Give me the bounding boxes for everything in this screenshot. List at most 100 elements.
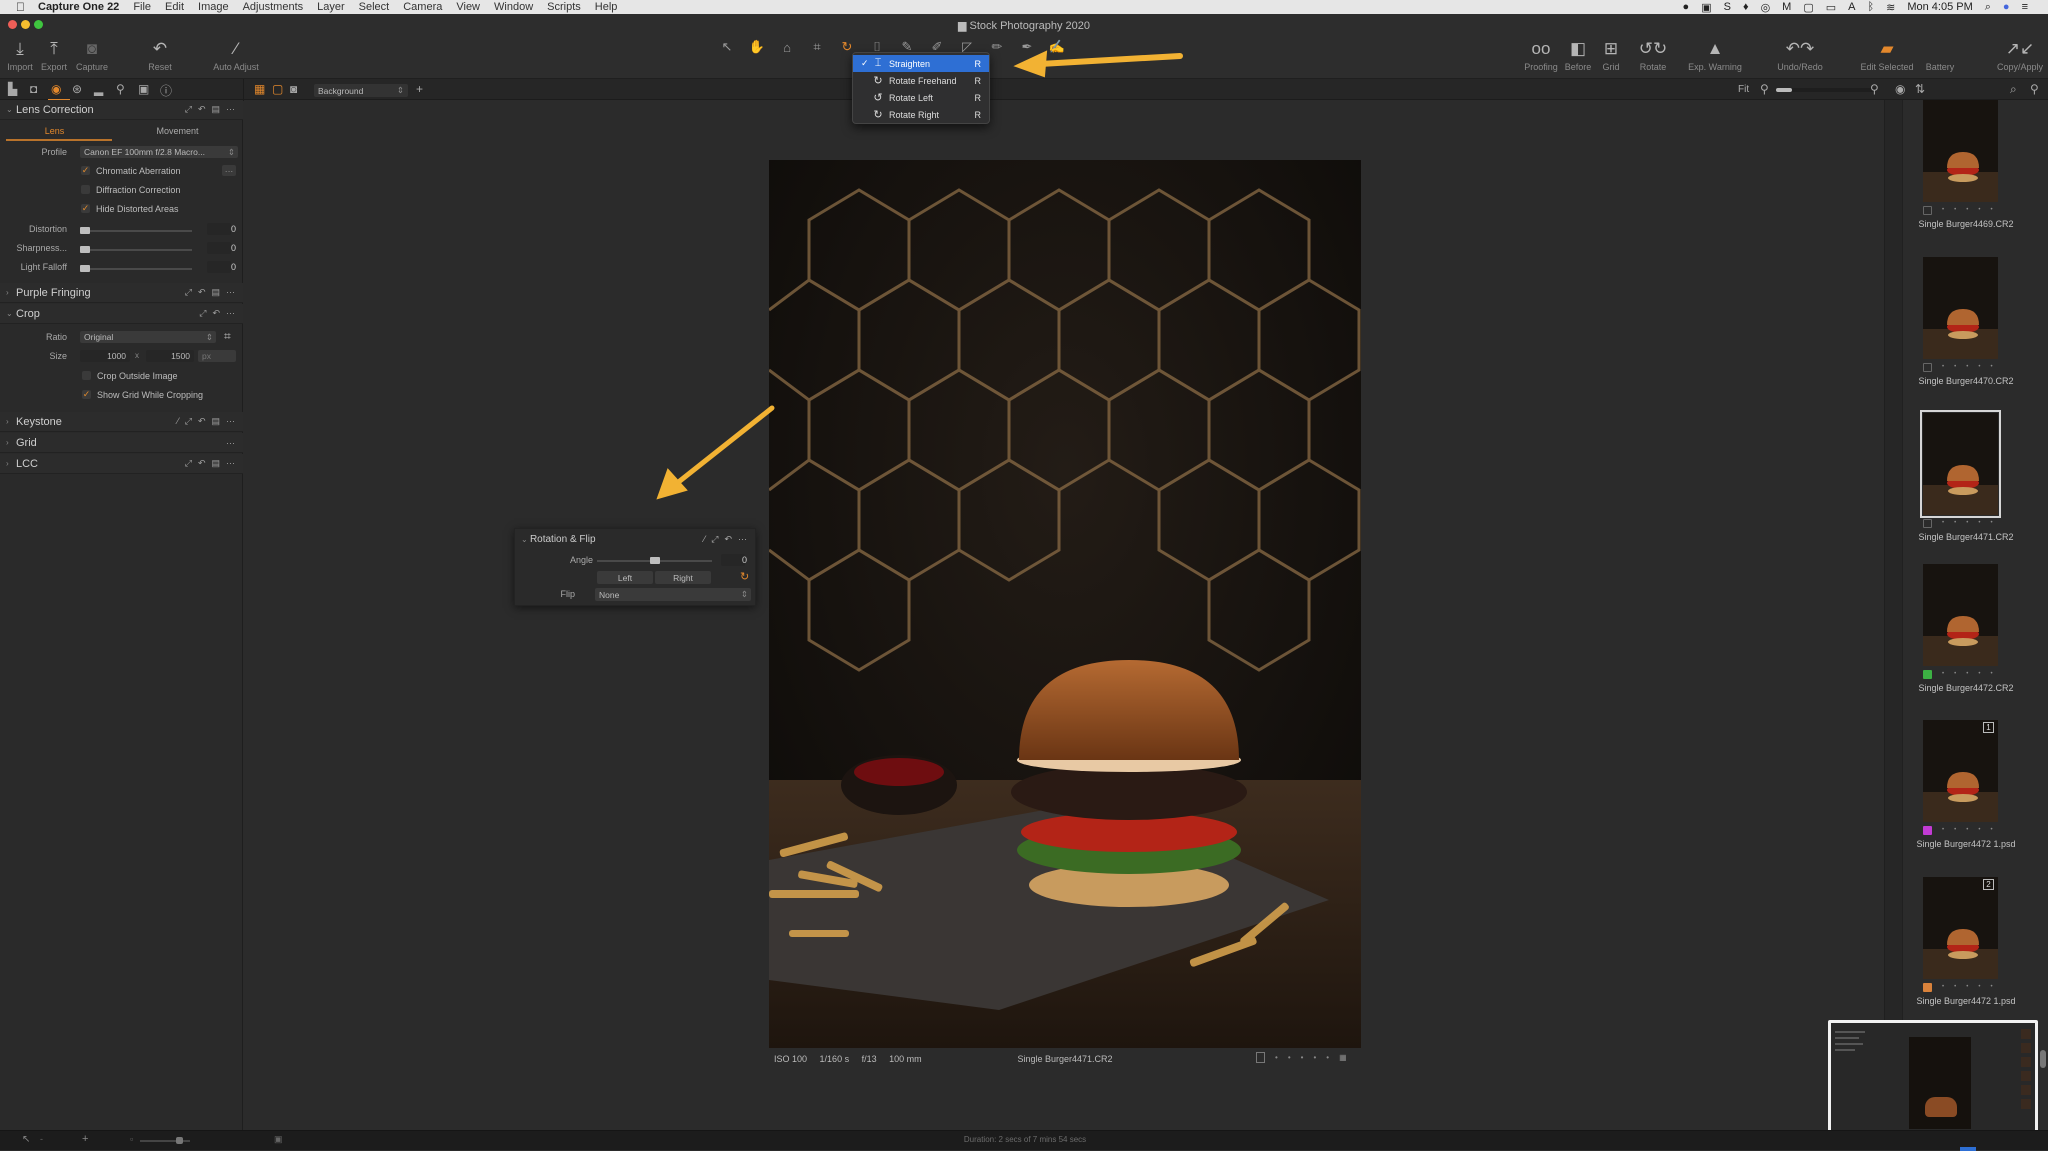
rating-star[interactable]: • [1966, 520, 1968, 526]
menu-image[interactable]: Image [198, 1, 229, 13]
siri-icon[interactable]: ● [2003, 1, 2010, 13]
crop-height-input[interactable]: 1500 [146, 350, 194, 362]
menu-view[interactable]: View [456, 1, 480, 13]
show-grid-checkbox[interactable]: ✓ [82, 390, 91, 399]
flip-select[interactable]: None ⇕ [595, 588, 751, 601]
auto-icon[interactable]: ⤢ [711, 534, 718, 545]
airplay-icon[interactable]: ▭ [1826, 1, 1836, 14]
rating-star[interactable]: • [1978, 520, 1980, 526]
rating-star[interactable]: • [1942, 207, 1944, 213]
menu-adjustments[interactable]: Adjustments [243, 1, 304, 13]
copy-apply-button[interactable]: ↗↙ Copy/Apply [1995, 38, 2045, 72]
light-falloff-slider[interactable] [80, 268, 192, 270]
menu-file[interactable]: File [133, 1, 151, 13]
loupe-tool-icon[interactable]: ⌂ [776, 40, 798, 55]
zoom-out-icon[interactable]: ⚲ [1760, 82, 1769, 96]
menu-camera[interactable]: Camera [403, 1, 442, 13]
cursor-icon[interactable]: ↖ [22, 1134, 30, 1145]
filmstrip-thumbnail[interactable] [1920, 410, 2001, 518]
color-tag[interactable] [1923, 205, 1932, 215]
rating-star[interactable]: • [1978, 671, 1980, 677]
rating-star[interactable]: • [1990, 827, 1992, 833]
rating-star[interactable]: • [1990, 671, 1992, 677]
fit-label[interactable]: Fit [1738, 84, 1749, 95]
more-icon[interactable]: ··· [226, 104, 235, 115]
hide-distorted-areas-checkbox[interactable]: ✓ [81, 204, 90, 213]
rating-star[interactable]: • [1942, 671, 1944, 677]
notification-center-icon[interactable]: ≡ [2022, 1, 2028, 13]
rotate-tool-icon[interactable]: ↻ [740, 570, 749, 583]
filmstrip-thumbnail[interactable] [1923, 564, 1998, 666]
crop-width-input[interactable]: 1000 [80, 350, 130, 362]
mail-icon[interactable]: M [1782, 1, 1791, 13]
color-tag-box[interactable] [1256, 1052, 1265, 1063]
auto-adjust-button[interactable]: ⁄ Auto Adjust [213, 38, 259, 72]
exposure-tab-icon[interactable]: ▂ [94, 82, 103, 96]
picker-tool-icon[interactable]: ✒ [1016, 39, 1038, 55]
menu-layer[interactable]: Layer [317, 1, 345, 13]
rating-star[interactable]: • [1954, 671, 1956, 677]
menu-item-rotate-left[interactable]: ↺ Rotate Left R [853, 89, 989, 106]
library-tab-icon[interactable]: ▙ [8, 82, 17, 96]
more-icon[interactable]: ··· [226, 416, 235, 427]
rating-star[interactable]: • [1954, 520, 1956, 526]
battery-button[interactable]: Battery [1920, 38, 1960, 72]
metadata-tab-icon[interactable]: ⓘ [160, 82, 172, 99]
rotation-flip-header[interactable]: ⌄ Rotation & Flip [521, 534, 596, 545]
proofing-button[interactable]: oo Proofing [1520, 38, 1562, 72]
crop-tool-icon[interactable]: ⌗ [806, 39, 828, 55]
reset-button[interactable]: ↶ Reset [140, 38, 180, 72]
auto-icon[interactable]: ⤢ [185, 287, 192, 298]
color-tag[interactable] [1923, 982, 1932, 992]
search-icon[interactable]: ⌕ [2010, 82, 2017, 97]
tab-movement[interactable]: Movement [130, 126, 225, 136]
details-tab-icon[interactable]: ⚲ [116, 82, 125, 96]
rating-star[interactable]: • [1978, 984, 1980, 990]
filmstrip-thumbnail[interactable] [1923, 100, 1998, 202]
edit-selected-button[interactable]: ▰ Edit Selected [1860, 38, 1913, 72]
reset-tool-icon[interactable]: ↶ [198, 104, 206, 115]
zoom-app-icon[interactable]: ▢ [1803, 1, 1813, 14]
single-view-icon[interactable]: ▢ [272, 82, 283, 96]
rating-star[interactable]: • [1942, 827, 1944, 833]
reset-tool-icon[interactable]: ↶ [212, 308, 220, 319]
eye-icon[interactable]: ◉ [1895, 82, 1905, 96]
thumbnail-size-knob[interactable] [176, 1137, 183, 1144]
distortion-knob[interactable] [80, 227, 90, 234]
grid-button[interactable]: ⊞ Grid [1591, 38, 1631, 72]
rating-star[interactable]: • [1966, 207, 1968, 213]
light-falloff-knob[interactable] [80, 265, 90, 272]
camera-status-icon[interactable]: ▣ [1701, 1, 1711, 14]
grid-view-icon[interactable]: ▦ [254, 82, 265, 96]
menu-scripts[interactable]: Scripts [547, 1, 581, 13]
capture-button[interactable]: ◙ Capture [72, 38, 112, 72]
rating-star[interactable]: • [1978, 364, 1980, 370]
distortion-slider[interactable] [80, 230, 192, 232]
menu-window[interactable]: Window [494, 1, 533, 13]
filmstrip-thumbnail[interactable] [1923, 257, 1998, 359]
keyboard-input-icon[interactable]: A [1848, 1, 1855, 13]
reset-tool-icon[interactable]: ↶ [198, 458, 206, 469]
spotlight-icon[interactable]: ⌕ [1985, 1, 1991, 14]
sharpness-knob[interactable] [80, 246, 90, 253]
main-image[interactable] [769, 160, 1361, 1048]
large-thumb-icon[interactable]: ▣ [274, 1134, 283, 1145]
export-button[interactable]: ⤒ Export [34, 38, 74, 72]
menu-select[interactable]: Select [359, 1, 390, 13]
capture-tab-icon[interactable]: ◘ [30, 82, 37, 96]
auto-icon[interactable]: ⤢ [185, 416, 192, 427]
dropper-icon[interactable]: ♦ [1743, 1, 1749, 13]
diffraction-correction-checkbox[interactable] [81, 185, 90, 194]
color-tag[interactable] [1923, 825, 1932, 835]
rating-star-3[interactable]: • [1301, 1053, 1304, 1062]
reset-tool-icon[interactable]: ↶ [198, 416, 206, 427]
rating-star[interactable]: • [1990, 364, 1992, 370]
profile-select[interactable]: Canon EF 100mm f/2.8 Macro... ⇕ [80, 146, 238, 158]
filmstrip-thumbnail[interactable]: 1 [1923, 720, 1998, 822]
lens-correction-header[interactable]: ⌄ Lens Correction ⤢ ↶ ▤ ··· [0, 100, 243, 120]
rating-star[interactable]: • [1990, 520, 1992, 526]
more-icon[interactable]: ··· [226, 287, 235, 298]
filmstrip-scrollbar[interactable] [2040, 1050, 2046, 1068]
rating-star[interactable]: • [1966, 364, 1968, 370]
crop-header[interactable]: ⌄ Crop ⤢ ↶ ··· [0, 304, 243, 324]
